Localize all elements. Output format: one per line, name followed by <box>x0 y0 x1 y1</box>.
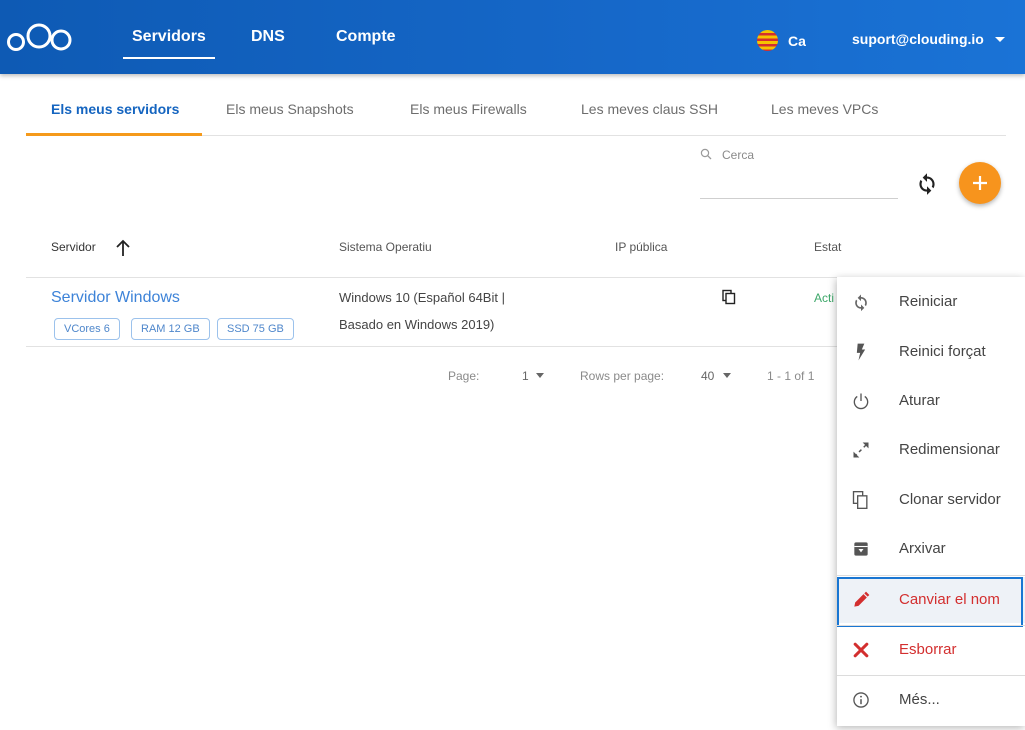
column-header-estat[interactable]: Estat <box>814 240 841 254</box>
vcores-chip: VCores 6 <box>54 318 120 340</box>
user-menu[interactable]: suport@clouding.io <box>852 31 984 47</box>
top-navigation-bar: Servidors DNS Compte Ca suport@clouding.… <box>0 0 1025 74</box>
page-select[interactable]: 1 <box>522 369 529 383</box>
close-x-icon <box>853 642 869 658</box>
menu-item-label: Esborrar <box>899 641 957 658</box>
menu-item-mes[interactable]: Més... <box>837 677 1025 723</box>
menu-item-label: Clonar servidor <box>899 491 1001 508</box>
chevron-down-icon[interactable] <box>723 373 731 378</box>
section-tabs: Els meus servidors Els meus Snapshots El… <box>26 84 1006 136</box>
power-icon <box>853 393 869 410</box>
language-selector[interactable]: Ca <box>788 33 806 49</box>
archive-icon <box>854 542 868 556</box>
catalonia-flag-icon[interactable] <box>757 30 778 51</box>
info-icon <box>853 692 869 708</box>
tab-servidors[interactable]: Els meus servidors <box>51 101 179 117</box>
clone-icon <box>852 491 868 509</box>
menu-item-label: Més... <box>899 691 940 708</box>
chevron-down-icon[interactable] <box>995 37 1005 42</box>
menu-item-esborrar[interactable]: Esborrar <box>837 627 1025 673</box>
menu-item-clonar-servidor[interactable]: Clonar servidor <box>837 477 1025 523</box>
copy-icon[interactable] <box>721 289 737 305</box>
lightning-bolt-icon <box>856 343 866 361</box>
server-actions-menu: Reiniciar Reinici forçat Aturar Redimens… <box>837 277 1025 726</box>
ssd-chip: SSD 75 GB <box>217 318 294 340</box>
tab-firewalls[interactable]: Els meus Firewalls <box>410 101 527 117</box>
page-range: 1 - 1 of 1 <box>767 369 815 383</box>
page-label: Page: <box>448 369 480 383</box>
column-header-servidor[interactable]: Servidor <box>51 240 96 254</box>
menu-item-label: Aturar <box>899 392 940 409</box>
menu-item-label: Arxivar <box>899 540 946 557</box>
menu-item-reinici-forcat[interactable]: Reinici forçat <box>837 329 1025 375</box>
menu-item-arxivar[interactable]: Arxivar <box>837 526 1025 572</box>
menu-item-reiniciar[interactable]: Reiniciar <box>837 279 1025 325</box>
tab-ssh-keys[interactable]: Les meves claus SSH <box>581 101 718 117</box>
tab-snapshots[interactable]: Els meus Snapshots <box>226 101 354 117</box>
chevron-down-icon[interactable] <box>536 373 544 378</box>
nav-servidors[interactable]: Servidors <box>123 28 215 59</box>
menu-divider <box>837 675 1025 676</box>
menu-item-redimensionar[interactable]: Redimensionar <box>837 427 1025 473</box>
status-badge: Acti <box>814 291 835 305</box>
sort-ascending-icon[interactable] <box>114 238 132 258</box>
column-header-sistema-operatiu[interactable]: Sistema Operatiu <box>339 240 432 254</box>
restart-icon <box>855 294 867 312</box>
rows-per-page-select[interactable]: 40 <box>701 369 714 383</box>
search-icon <box>700 148 712 160</box>
menu-item-aturar[interactable]: Aturar <box>837 378 1025 424</box>
add-server-button[interactable] <box>959 162 1001 204</box>
rows-per-page-label: Rows per page: <box>580 369 665 383</box>
active-tab-indicator <box>26 133 202 136</box>
nav-compte[interactable]: Compte <box>336 28 396 46</box>
menu-item-label: Reinici forçat <box>899 343 986 360</box>
menu-item-canviar-el-nom[interactable]: Canviar el nom <box>837 577 1025 627</box>
server-name-link[interactable]: Servidor Windows <box>51 289 180 307</box>
pencil-icon <box>854 591 870 607</box>
nav-dns[interactable]: DNS <box>251 28 285 46</box>
search-input[interactable]: Cerca <box>722 148 754 162</box>
clouding-logo-icon[interactable] <box>6 18 74 54</box>
resize-icon <box>853 442 869 458</box>
ram-chip: RAM 12 GB <box>131 318 210 340</box>
menu-item-label: Redimensionar <box>899 441 1000 458</box>
search-input-underline <box>700 198 898 199</box>
menu-item-label: Canviar el nom <box>899 591 1000 608</box>
column-header-ip-publica[interactable]: IP pública <box>615 240 667 254</box>
os-name-line1: Windows 10 (Español 64Bit | <box>339 290 505 305</box>
refresh-icon[interactable] <box>914 170 940 196</box>
os-name-line2: Basado en Windows 2019) <box>339 317 495 332</box>
menu-item-label: Reiniciar <box>899 293 958 310</box>
tab-vpcs[interactable]: Les meves VPCs <box>771 101 878 117</box>
menu-divider <box>837 575 1025 576</box>
menu-divider <box>837 625 1025 626</box>
